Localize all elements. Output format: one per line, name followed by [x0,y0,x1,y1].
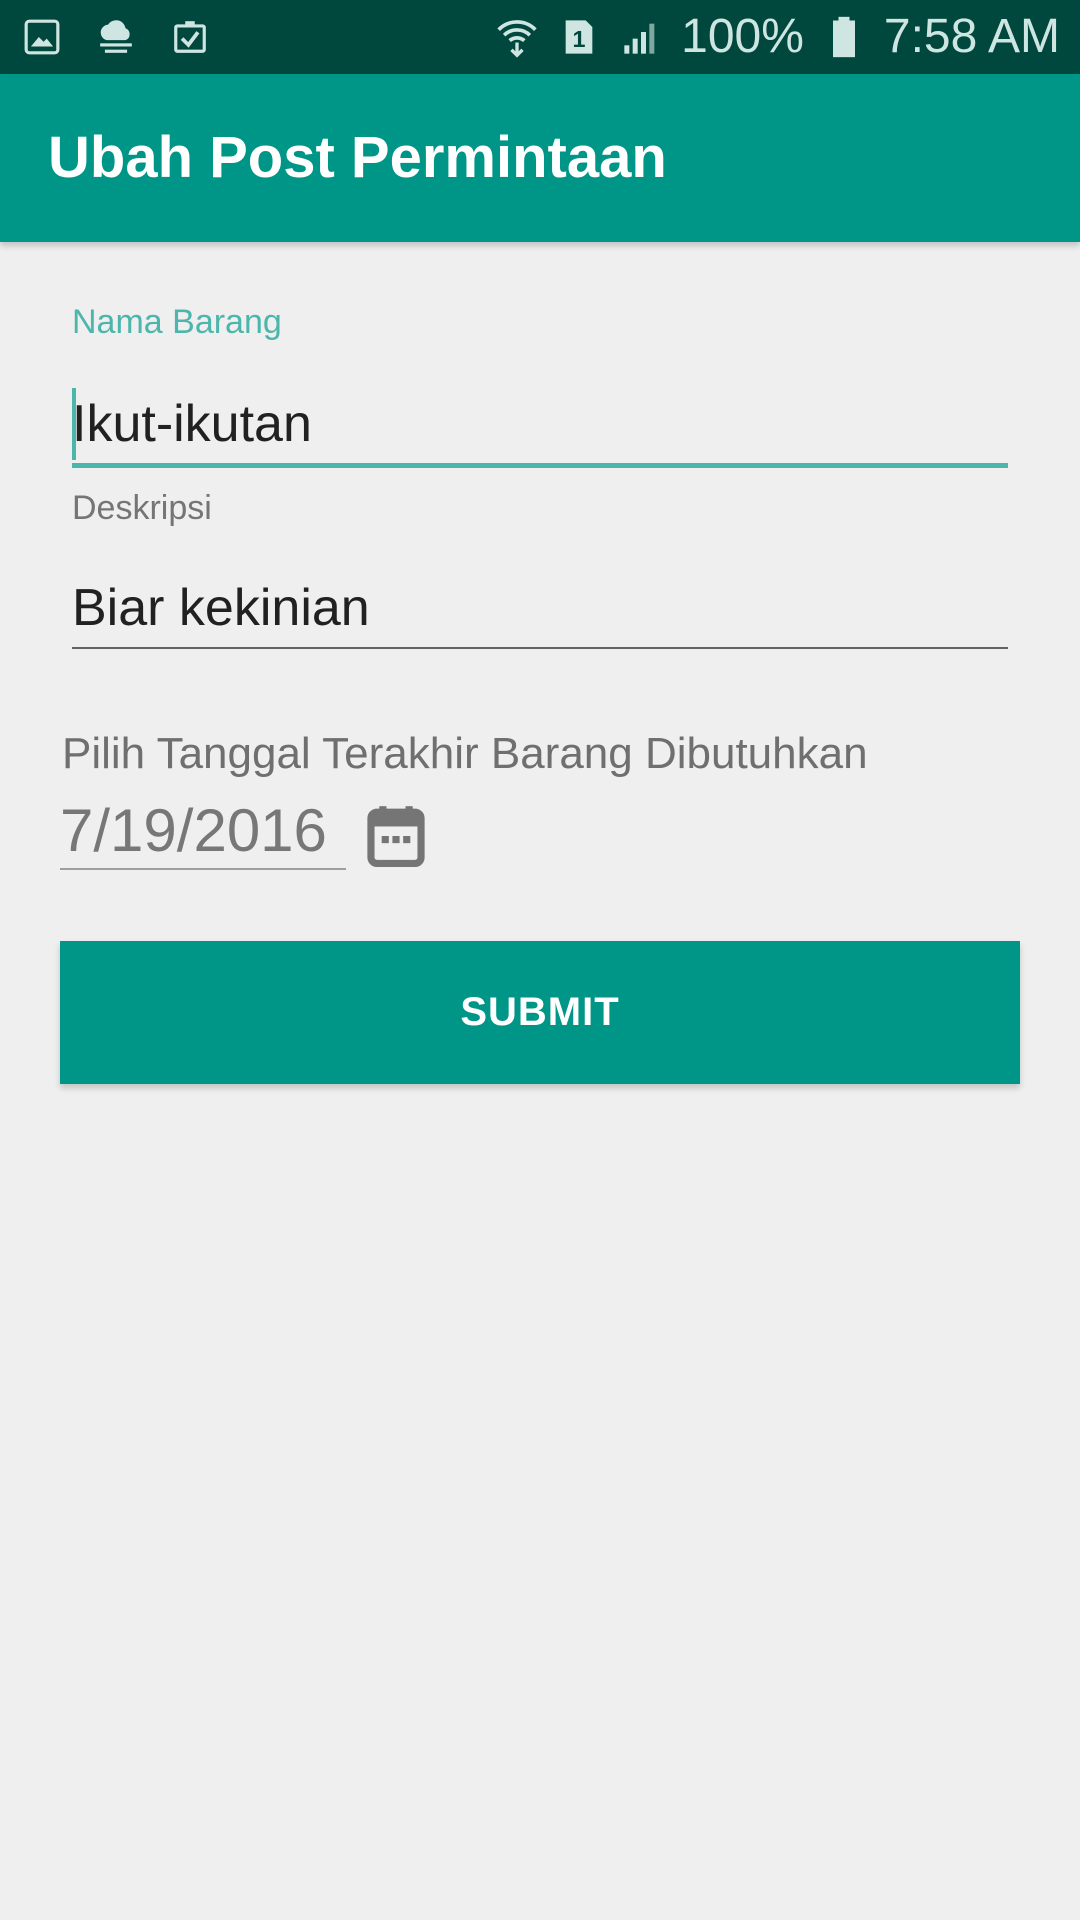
svg-text:1: 1 [573,26,586,52]
nama-barang-label: Nama Barang [72,303,282,341]
cloud-icon [94,15,138,59]
battery-percent: 100% [681,10,804,63]
deskripsi-value: Biar kekinian [72,579,370,637]
signal-icon [619,15,663,59]
submit-button[interactable]: SUBMIT [60,941,1020,1084]
battery-icon [822,15,866,59]
date-underline [60,868,346,870]
wifi-icon [495,15,539,59]
calendar-icon [367,805,425,872]
nama-barang-input[interactable]: Ikut-ikutan [72,376,1008,472]
page-title: Ubah Post Permintaan [48,125,667,190]
deskripsi-label: Deskripsi [72,489,212,527]
clipboard-check-icon [168,15,212,59]
sim-1-icon: 1 [557,15,601,59]
date-value-field[interactable]: 7/19/2016 [60,798,327,864]
deskripsi-input[interactable]: Biar kekinian [72,560,1008,656]
nama-barang-underline [72,463,1008,468]
nama-barang-value: Ikut-ikutan [72,395,312,453]
status-bar: 1 100% 7:58 AM [0,0,1080,74]
app-bar: Ubah Post Permintaan [0,74,1080,242]
status-notifications [20,15,212,59]
date-prompt-label: Pilih Tanggal Terakhir Barang Dibutuhkan [62,729,868,778]
deskripsi-underline [72,647,1008,649]
status-system: 1 100% 7:58 AM [495,13,1060,61]
status-time: 7:58 AM [883,10,1060,63]
gallery-icon [20,15,64,59]
calendar-button[interactable] [366,805,426,872]
